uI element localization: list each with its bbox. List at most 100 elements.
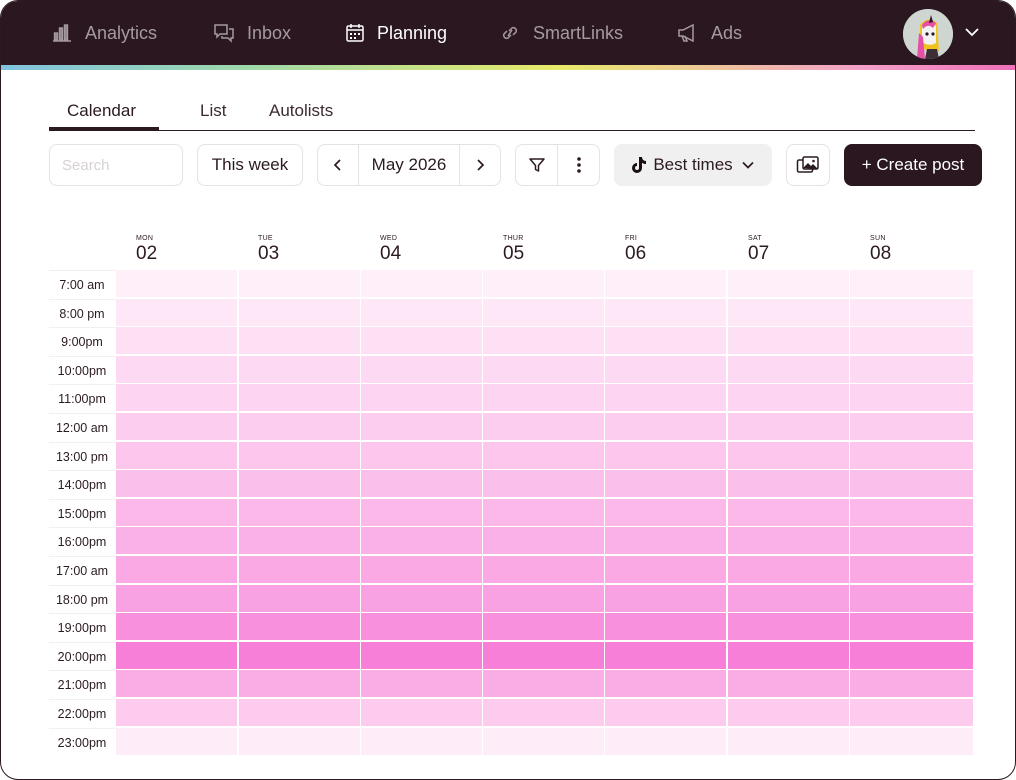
time-slot-cell[interactable] (605, 441, 726, 469)
time-slot-cell[interactable] (850, 584, 973, 612)
time-slot-cell[interactable] (728, 298, 849, 326)
time-slot-cell[interactable] (116, 413, 237, 440)
time-slot-cell[interactable] (361, 413, 482, 440)
time-slot-cell[interactable] (361, 270, 482, 297)
time-slot-cell[interactable] (239, 556, 360, 583)
time-slot-cell[interactable] (728, 670, 849, 698)
time-slot-cell[interactable] (239, 670, 360, 698)
time-slot-cell[interactable] (239, 441, 360, 469)
time-slot-cell[interactable] (361, 670, 482, 698)
time-slot-cell[interactable] (361, 327, 482, 355)
nav-item-inbox[interactable]: Inbox (213, 1, 291, 65)
time-slot-cell[interactable] (605, 413, 726, 440)
time-slot-cell[interactable] (483, 270, 604, 297)
time-slot-cell[interactable] (239, 384, 360, 412)
time-slot-cell[interactable] (850, 441, 973, 469)
time-slot-cell[interactable] (605, 470, 726, 498)
best-times-dropdown[interactable]: Best times (614, 144, 772, 186)
time-slot-cell[interactable] (728, 441, 849, 469)
time-slot-cell[interactable] (850, 527, 973, 555)
time-slot-cell[interactable] (850, 298, 973, 326)
time-slot-cell[interactable] (116, 327, 237, 355)
time-slot-cell[interactable] (483, 699, 604, 726)
time-slot-cell[interactable] (116, 270, 237, 297)
tab-calendar[interactable]: Calendar (67, 101, 136, 121)
time-slot-cell[interactable] (361, 584, 482, 612)
time-slot-cell[interactable] (850, 727, 973, 755)
time-slot-cell[interactable] (116, 584, 237, 612)
time-slot-cell[interactable] (239, 527, 360, 555)
more-options-button[interactable] (558, 145, 599, 185)
time-slot-cell[interactable] (361, 441, 482, 469)
time-slot-cell[interactable] (605, 527, 726, 555)
time-slot-cell[interactable] (850, 327, 973, 355)
time-slot-cell[interactable] (728, 327, 849, 355)
time-slot-cell[interactable] (116, 441, 237, 469)
time-slot-cell[interactable] (361, 641, 482, 669)
time-slot-cell[interactable] (116, 470, 237, 498)
time-slot-cell[interactable] (605, 699, 726, 726)
time-slot-cell[interactable] (239, 641, 360, 669)
time-slot-cell[interactable] (483, 670, 604, 698)
time-slot-cell[interactable] (483, 470, 604, 498)
time-slot-cell[interactable] (605, 298, 726, 326)
time-slot-cell[interactable] (116, 670, 237, 698)
time-slot-cell[interactable] (361, 613, 482, 641)
time-slot-cell[interactable] (728, 699, 849, 726)
time-slot-cell[interactable] (116, 498, 237, 526)
time-slot-cell[interactable] (239, 413, 360, 440)
avatar[interactable] (903, 9, 953, 59)
time-slot-cell[interactable] (728, 613, 849, 641)
time-slot-cell[interactable] (850, 699, 973, 726)
time-slot-cell[interactable] (116, 613, 237, 641)
time-slot-cell[interactable] (605, 498, 726, 526)
search-input[interactable] (60, 155, 174, 175)
tab-autolists[interactable]: Autolists (269, 101, 333, 121)
time-slot-cell[interactable] (361, 727, 482, 755)
time-slot-cell[interactable] (239, 699, 360, 726)
time-slot-cell[interactable] (850, 641, 973, 669)
time-slot-cell[interactable] (483, 413, 604, 440)
time-slot-cell[interactable] (116, 384, 237, 412)
time-slot-cell[interactable] (850, 470, 973, 498)
time-slot-cell[interactable] (605, 670, 726, 698)
time-slot-cell[interactable] (116, 527, 237, 555)
time-slot-cell[interactable] (116, 641, 237, 669)
nav-item-smartlinks[interactable]: SmartLinks (499, 1, 623, 65)
time-slot-cell[interactable] (239, 584, 360, 612)
time-slot-cell[interactable] (850, 413, 973, 440)
time-slot-cell[interactable] (605, 556, 726, 583)
time-slot-cell[interactable] (116, 699, 237, 726)
time-slot-cell[interactable] (361, 527, 482, 555)
time-slot-cell[interactable] (728, 584, 849, 612)
time-slot-cell[interactable] (728, 384, 849, 412)
time-slot-cell[interactable] (483, 298, 604, 326)
time-slot-cell[interactable] (239, 355, 360, 383)
time-slot-cell[interactable] (116, 298, 237, 326)
time-slot-cell[interactable] (483, 527, 604, 555)
time-slot-cell[interactable] (239, 613, 360, 641)
time-slot-cell[interactable] (239, 470, 360, 498)
nav-item-ads[interactable]: Ads (677, 1, 742, 65)
time-slot-cell[interactable] (605, 641, 726, 669)
time-slot-cell[interactable] (850, 355, 973, 383)
time-slot-cell[interactable] (605, 727, 726, 755)
time-slot-cell[interactable] (361, 470, 482, 498)
time-slot-cell[interactable] (239, 498, 360, 526)
nav-item-analytics[interactable]: Analytics (51, 1, 157, 65)
chevron-down-icon[interactable] (963, 23, 981, 41)
time-slot-cell[interactable] (483, 327, 604, 355)
time-slot-cell[interactable] (728, 727, 849, 755)
time-slot-cell[interactable] (728, 270, 849, 297)
nav-item-planning[interactable]: Planning (345, 1, 447, 65)
next-month-button[interactable] (460, 145, 500, 185)
time-slot-cell[interactable] (728, 498, 849, 526)
time-slot-cell[interactable] (605, 355, 726, 383)
time-slot-cell[interactable] (361, 355, 482, 383)
time-slot-cell[interactable] (361, 556, 482, 583)
time-slot-cell[interactable] (116, 556, 237, 583)
time-slot-cell[interactable] (728, 556, 849, 583)
time-slot-cell[interactable] (483, 584, 604, 612)
time-slot-cell[interactable] (605, 384, 726, 412)
time-slot-cell[interactable] (728, 355, 849, 383)
